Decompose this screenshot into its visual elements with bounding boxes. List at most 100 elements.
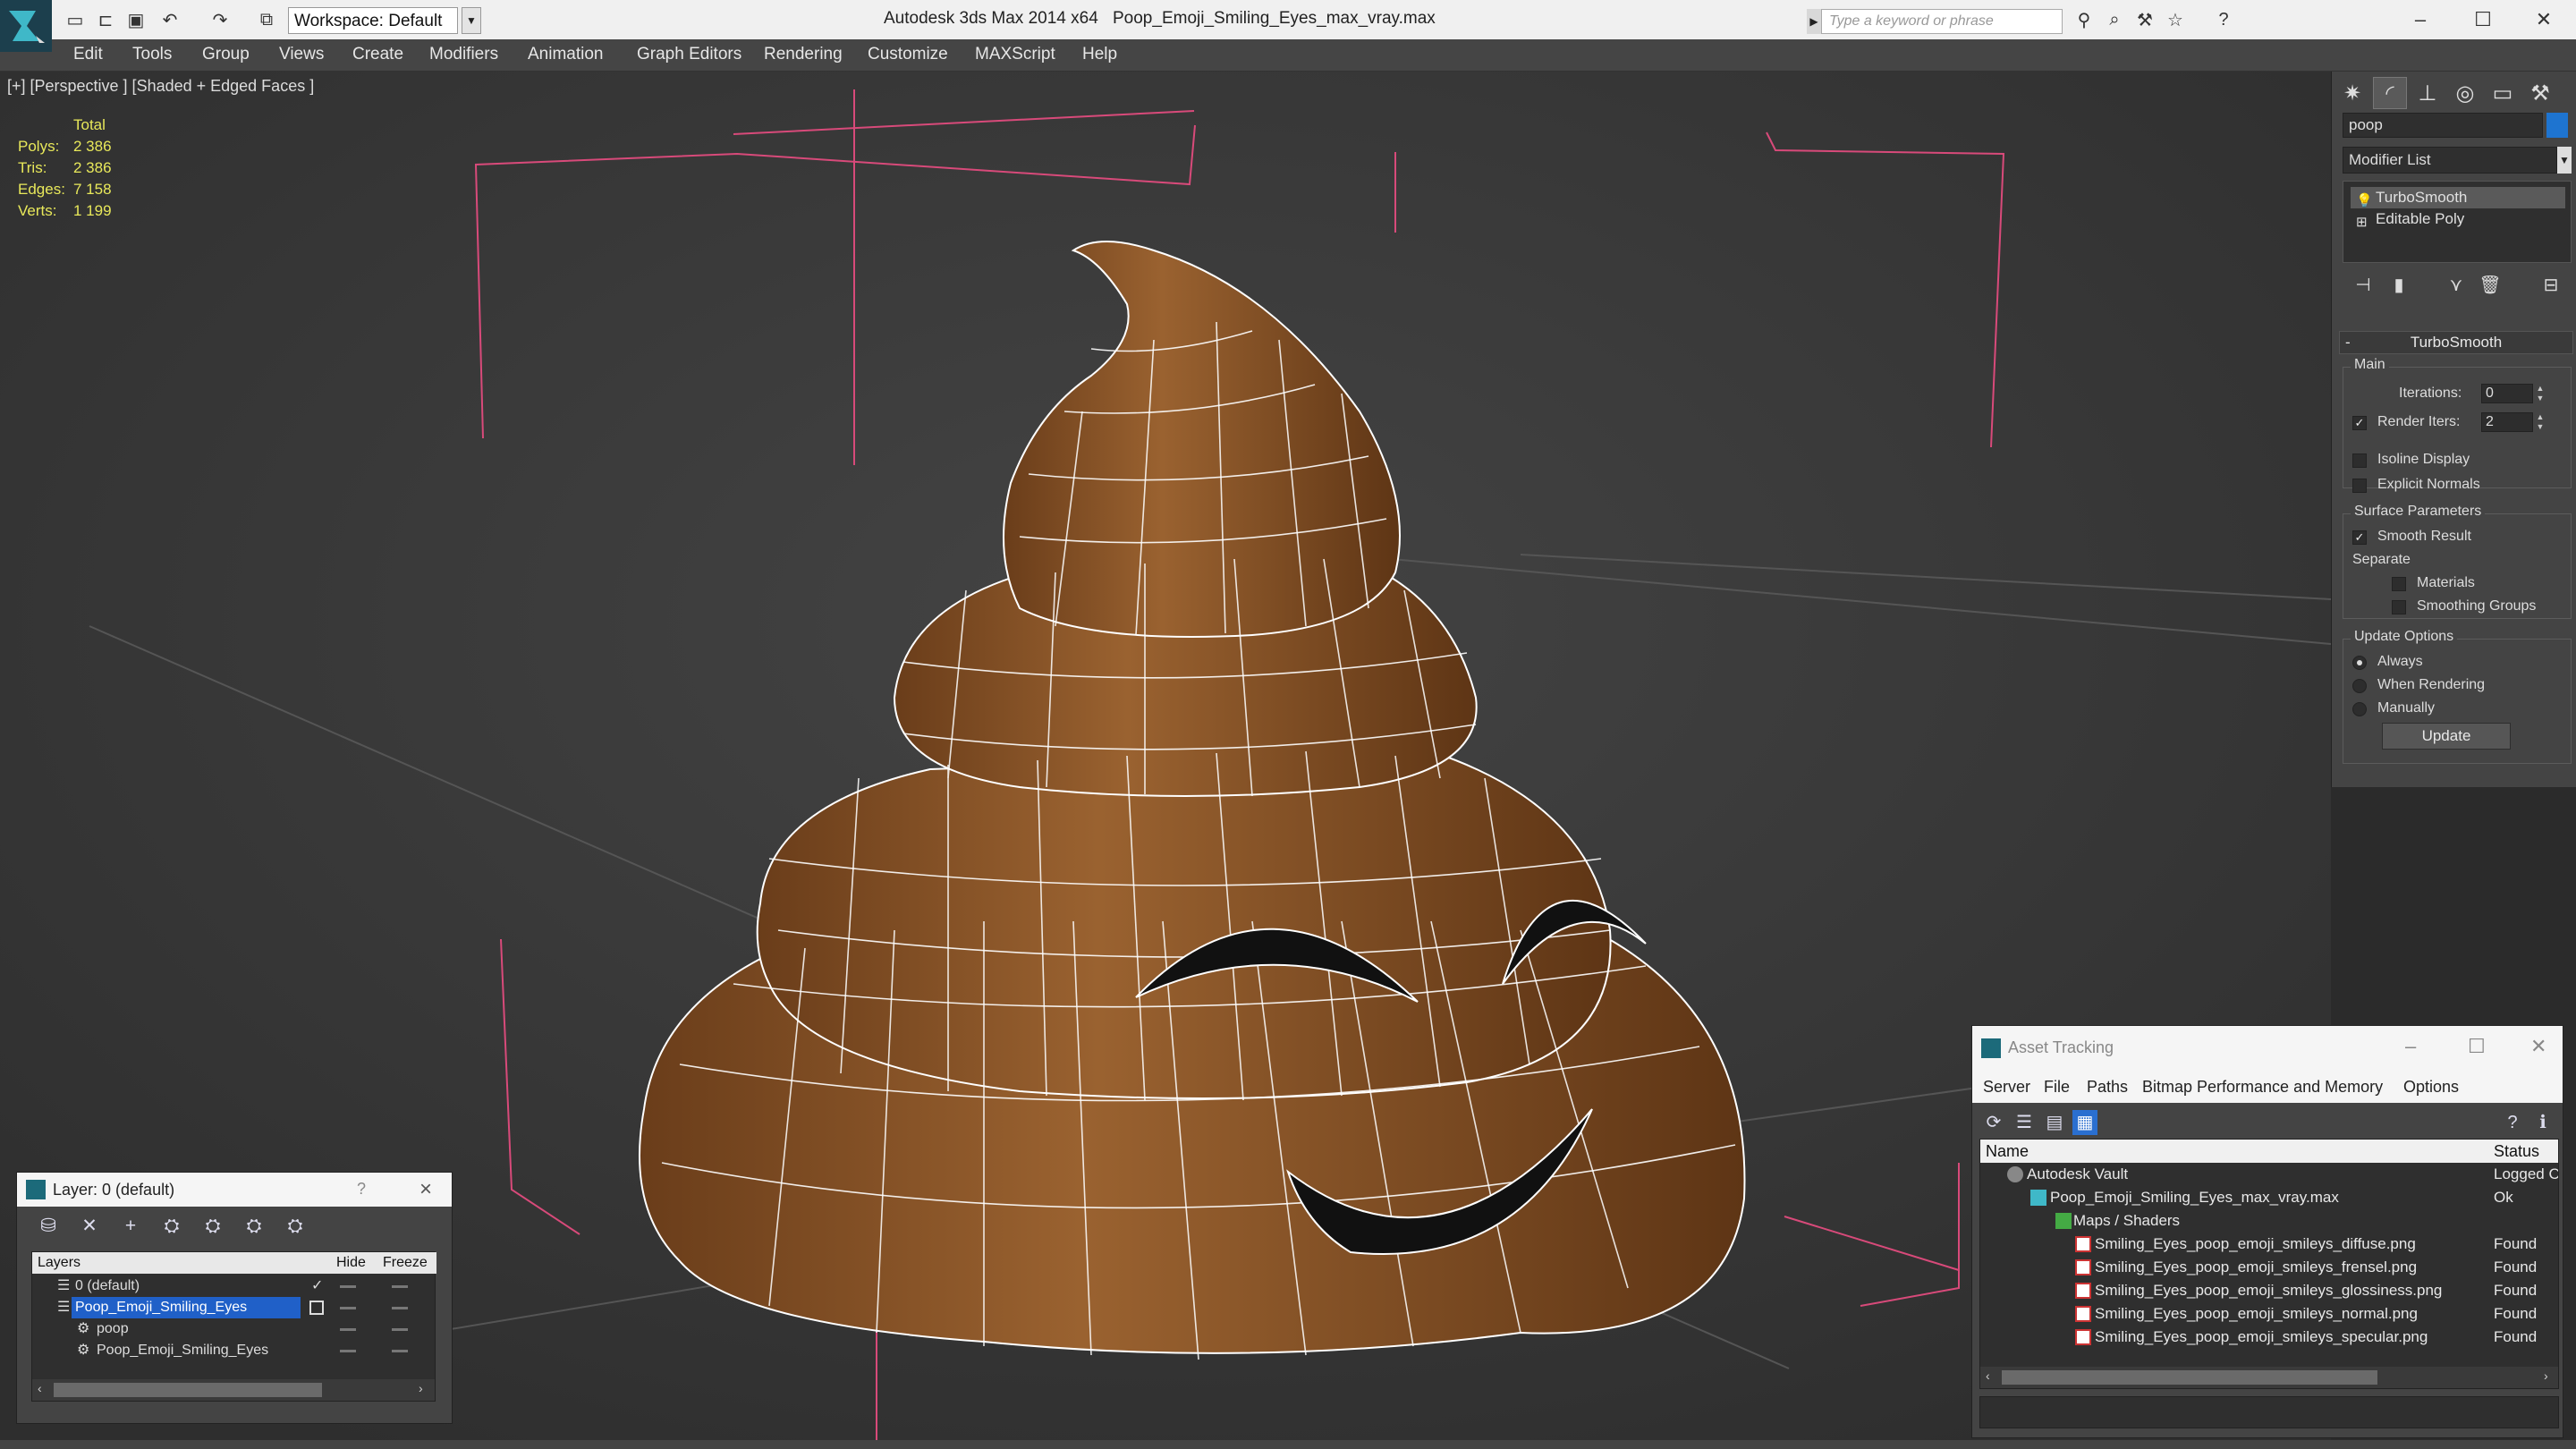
viewport-label[interactable]: [+] [Perspective ] [Shaded + Edged Faces… [7, 77, 314, 96]
table-view-icon[interactable]: ▦ [2072, 1110, 2097, 1135]
active-check-icon[interactable]: ✓ [311, 1275, 323, 1297]
menu-graph-editors[interactable]: Graph Editors [637, 45, 741, 64]
scroll-right-icon[interactable]: › [419, 1381, 423, 1395]
render-iters-spinner[interactable]: 2 [2481, 412, 2533, 432]
stack-item-turbosmooth[interactable]: 💡 TurboSmooth [2351, 187, 2565, 208]
search-expand-icon[interactable]: ▶ [1807, 9, 1821, 34]
object-name-input[interactable]: poop [2343, 113, 2543, 138]
search-icon[interactable]: ⌕ [2102, 7, 2127, 32]
undo-icon[interactable]: ↶ [157, 7, 182, 32]
show-end-result-icon[interactable]: ▮ [2385, 272, 2412, 299]
highlight-layer-icon[interactable]: ⛭ [199, 1214, 226, 1239]
stack-item-editable-poly[interactable]: ⊞ Editable Poly [2351, 208, 2565, 230]
smooth-result-checkbox[interactable]: ✓ [2352, 530, 2367, 545]
menu-create[interactable]: Create [352, 45, 403, 64]
help-icon[interactable]: ? [357, 1180, 366, 1199]
asset-menu-server[interactable]: Server [1983, 1078, 2030, 1097]
spinner-arrows-icon[interactable]: ▲ ▼ [2535, 384, 2546, 403]
spinner-arrows-icon[interactable]: ▲ ▼ [2535, 412, 2546, 432]
redo-icon[interactable]: ↷ [208, 7, 233, 32]
layer-row[interactable]: ☰ 0 (default) ✓ [32, 1275, 435, 1297]
menu-maxscript[interactable]: MAXScript [975, 45, 1055, 64]
binoculars-icon[interactable]: ⚲ [2072, 7, 2097, 32]
menu-customize[interactable]: Customize [868, 45, 948, 64]
display-tab-icon[interactable]: ▭ [2486, 77, 2520, 109]
hide-toggle[interactable] [340, 1350, 356, 1352]
minimize-window-icon[interactable]: – [2394, 4, 2447, 36]
minimize-icon[interactable]: – [2405, 1035, 2416, 1058]
layer-row[interactable]: ⚙ Poop_Emoji_Smiling_Eyes [32, 1340, 435, 1361]
project-folder-icon[interactable]: ⧉ [254, 7, 279, 32]
menu-edit[interactable]: Edit [73, 45, 103, 64]
collapse-icon[interactable]: - [2345, 332, 2351, 353]
subscription-icon[interactable]: ⚒ [2132, 7, 2157, 32]
asset-path-field[interactable] [1979, 1396, 2559, 1428]
materials-checkbox[interactable] [2392, 577, 2406, 591]
close-icon[interactable]: ✕ [2530, 1035, 2546, 1058]
freeze-toggle[interactable] [392, 1328, 408, 1331]
horizontal-scrollbar[interactable]: ‹ › [32, 1379, 435, 1401]
remove-modifier-icon[interactable]: 🗑 [2477, 272, 2504, 299]
iterations-spinner[interactable]: 0 [2481, 384, 2533, 403]
help-icon[interactable]: ? [2211, 7, 2236, 32]
pin-stack-icon[interactable]: ⊣ [2350, 272, 2377, 299]
layer-dialog-titlebar[interactable]: Layer: 0 (default) ? × [17, 1173, 452, 1207]
modify-tab-icon[interactable]: ◜ [2373, 77, 2407, 109]
info-icon[interactable]: ℹ [2530, 1110, 2555, 1135]
asset-row[interactable]: Smiling_Eyes_poop_emoji_smileys_normal.p… [1980, 1302, 2558, 1326]
freeze-toggle[interactable] [392, 1285, 408, 1288]
asset-row[interactable]: Smiling_Eyes_poop_emoji_smileys_glossine… [1980, 1279, 2558, 1302]
refresh-icon[interactable]: ⟳ [1981, 1110, 2006, 1135]
workspace-dropdown[interactable]: Workspace: Default [288, 7, 458, 34]
set-active-box[interactable] [309, 1301, 324, 1315]
status-column[interactable]: Status [2494, 1142, 2539, 1161]
layer-row[interactable]: ☰ Poop_Emoji_Smiling_Eyes [32, 1297, 435, 1318]
workspace-caret-icon[interactable]: ▼ [462, 7, 481, 34]
save-file-icon[interactable]: ▣ [123, 7, 148, 32]
menu-group[interactable]: Group [202, 45, 250, 64]
asset-menu-options[interactable]: Options [2403, 1078, 2459, 1097]
list-view-icon[interactable]: ☰ [2012, 1110, 2037, 1135]
configure-sets-icon[interactable]: ⊟ [2538, 272, 2564, 299]
new-layer-icon[interactable]: ⛁ [35, 1214, 62, 1239]
asset-menu-bitmap-performance[interactable]: Bitmap Performance and Memory [2142, 1078, 2383, 1097]
favorites-star-icon[interactable]: ☆ [2163, 7, 2188, 32]
when-rendering-radio[interactable] [2352, 679, 2367, 693]
close-window-icon[interactable]: ✕ [2517, 4, 2571, 36]
asset-row[interactable]: Smiling_Eyes_poop_emoji_smileys_frensel.… [1980, 1256, 2558, 1279]
utilities-tab-icon[interactable]: ⚒ [2523, 77, 2557, 109]
help-icon[interactable]: ? [2500, 1110, 2525, 1135]
scrollbar-thumb[interactable] [2002, 1370, 2377, 1385]
horizontal-scrollbar[interactable]: ‹ › [1980, 1367, 2558, 1388]
always-radio[interactable] [2352, 656, 2367, 670]
object-color-swatch[interactable] [2546, 113, 2568, 138]
freeze-toggle[interactable] [392, 1350, 408, 1352]
chevron-down-icon[interactable]: ▼ [2557, 147, 2572, 174]
asset-row[interactable]: Smiling_Eyes_poop_emoji_smileys_specular… [1980, 1326, 2558, 1349]
update-button[interactable]: Update [2382, 723, 2511, 750]
new-file-icon[interactable]: ▭ [63, 7, 88, 32]
select-objects-icon[interactable]: ⛭ [158, 1214, 185, 1239]
scroll-left-icon[interactable]: ‹ [38, 1381, 42, 1395]
freeze-all-icon[interactable]: ⛭ [282, 1214, 309, 1239]
keyword-search-input[interactable]: Type a keyword or phrase [1821, 9, 2063, 34]
hide-toggle[interactable] [340, 1307, 356, 1309]
asset-row[interactable]: Poop_Emoji_Smiling_Eyes_max_vray.max Ok [1980, 1186, 2558, 1209]
asset-dialog-titlebar[interactable]: Asset Tracking – ☐ ✕ [1972, 1026, 2563, 1071]
turbosmooth-rollout-header[interactable]: - TurboSmooth [2339, 331, 2573, 354]
create-tab-icon[interactable]: ✷ [2335, 77, 2369, 109]
asset-menu-file[interactable]: File [2044, 1078, 2070, 1097]
hide-all-icon[interactable]: ⛭ [241, 1214, 267, 1239]
menu-rendering[interactable]: Rendering [764, 45, 843, 64]
hierarchy-tab-icon[interactable]: ⊥ [2411, 77, 2445, 109]
delete-layer-icon[interactable]: ✕ [76, 1214, 103, 1239]
maximize-icon[interactable]: ☐ [2468, 1035, 2486, 1058]
asset-menu-paths[interactable]: Paths [2087, 1078, 2128, 1097]
asset-row[interactable]: Autodesk Vault Logged C [1980, 1163, 2558, 1186]
menu-tools[interactable]: Tools [132, 45, 172, 64]
render-iters-checkbox[interactable]: ✓ [2352, 416, 2367, 430]
make-unique-icon[interactable]: ⋎ [2443, 272, 2470, 299]
asset-row[interactable]: Smiling_Eyes_poop_emoji_smileys_diffuse.… [1980, 1233, 2558, 1256]
hide-toggle[interactable] [340, 1285, 356, 1288]
menu-modifiers[interactable]: Modifiers [429, 45, 498, 64]
